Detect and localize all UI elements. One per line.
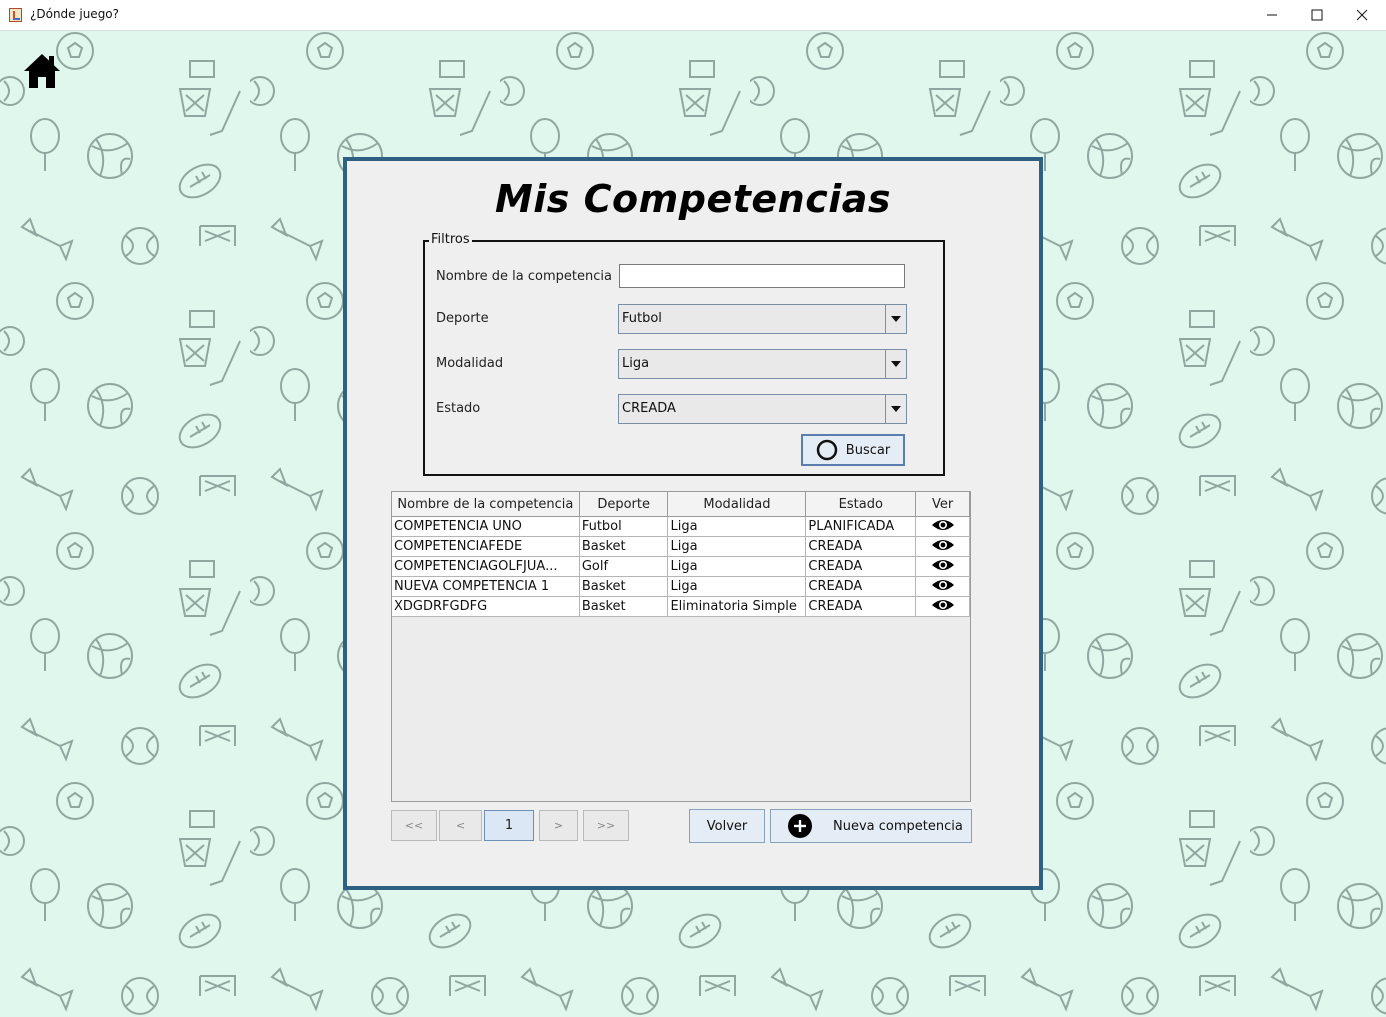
competition-name-label: Nombre de la competencia xyxy=(436,269,612,284)
sport-label: Deporte xyxy=(436,311,489,326)
back-button[interactable]: Volver xyxy=(689,809,765,843)
cell-sport[interactable]: Futbol xyxy=(579,516,669,537)
view-button[interactable] xyxy=(915,596,970,617)
cell-sport[interactable]: Golf xyxy=(579,556,669,577)
column-header-view[interactable]: Ver xyxy=(915,492,970,517)
table-row[interactable]: XDGDRFGDFG Basket Eliminatoria Simple CR… xyxy=(392,596,970,617)
view-button[interactable] xyxy=(915,516,970,537)
last-page-button[interactable]: >> xyxy=(583,810,629,841)
column-header-sport[interactable]: Deporte xyxy=(579,492,669,517)
sport-select-value: Futbol xyxy=(622,311,662,326)
minimize-button[interactable] xyxy=(1249,0,1294,30)
mode-label: Modalidad xyxy=(436,356,504,371)
current-page-button[interactable]: 1 xyxy=(484,810,534,841)
state-select-value: CREADA xyxy=(622,401,676,416)
cell-mode[interactable]: Liga xyxy=(667,536,807,557)
sport-dropdown-arrow[interactable] xyxy=(885,305,906,333)
page-title: Mis Competencias xyxy=(494,177,892,221)
cell-mode[interactable]: Liga xyxy=(667,556,807,577)
home-button[interactable] xyxy=(22,52,62,90)
prev-page-button[interactable]: < xyxy=(439,810,482,841)
competitions-table: Nombre de la competencia Deporte Modalid… xyxy=(391,491,971,802)
new-competition-button[interactable]: Nueva competencia xyxy=(770,809,972,843)
eye-icon xyxy=(931,579,954,590)
filters-group: Filtros Nombre de la competencia Deporte… xyxy=(423,232,945,476)
filters-legend: Filtros xyxy=(429,232,472,247)
table-row[interactable]: COMPETENCIA UNO Futbol Liga PLANIFICADA xyxy=(392,516,970,537)
competitions-grid: Nombre de la competencia Deporte Modalid… xyxy=(392,492,970,617)
state-select[interactable]: CREADA xyxy=(618,394,907,424)
cell-name[interactable]: XDGDRFGDFG xyxy=(392,596,580,617)
cell-state[interactable]: PLANIFICADA xyxy=(805,516,917,537)
close-icon xyxy=(1356,9,1367,21)
cell-sport[interactable]: Basket xyxy=(579,596,669,617)
eye-icon xyxy=(931,519,954,530)
chevron-down-icon xyxy=(891,406,901,412)
table-row[interactable]: COMPETENCIAFEDE Basket Liga CREADA xyxy=(392,536,970,557)
view-button[interactable] xyxy=(915,536,970,557)
table-row[interactable]: COMPETENCIAGOLFJUA... Golf Liga CREADA xyxy=(392,556,970,577)
cell-name[interactable]: COMPETENCIA UNO xyxy=(392,516,580,537)
close-button[interactable] xyxy=(1339,0,1384,30)
window-titlebar: ¿Dónde juego? xyxy=(0,0,1386,31)
cell-name[interactable]: COMPETENCIAGOLFJUA... xyxy=(392,556,580,577)
chevron-down-icon xyxy=(891,316,901,322)
mode-select-value: Liga xyxy=(622,356,650,371)
cell-state[interactable]: CREADA xyxy=(805,556,917,577)
cell-sport[interactable]: Basket xyxy=(579,576,669,597)
search-icon xyxy=(816,439,838,461)
table-header-row: Nombre de la competencia Deporte Modalid… xyxy=(392,492,970,517)
eye-icon xyxy=(931,559,954,570)
eye-icon xyxy=(931,539,954,550)
window-title: ¿Dónde juego? xyxy=(30,7,120,21)
first-page-button[interactable]: << xyxy=(391,810,437,841)
cell-mode[interactable]: Liga xyxy=(667,516,807,537)
cell-state[interactable]: CREADA xyxy=(805,576,917,597)
mode-dropdown-arrow[interactable] xyxy=(885,350,906,378)
competitions-panel: Mis Competencias Filtros Nombre de la co… xyxy=(343,157,1043,890)
column-header-name[interactable]: Nombre de la competencia xyxy=(392,492,580,517)
sport-select[interactable]: Futbol xyxy=(618,304,907,334)
new-competition-label: Nueva competencia xyxy=(833,818,963,834)
cell-name[interactable]: NUEVA COMPETENCIA 1 xyxy=(392,576,580,597)
eye-icon xyxy=(931,599,954,610)
state-label: Estado xyxy=(436,401,481,416)
mode-select[interactable]: Liga xyxy=(618,349,907,379)
cell-state[interactable]: CREADA xyxy=(805,536,917,557)
cell-mode[interactable]: Liga xyxy=(667,576,807,597)
cell-mode[interactable]: Eliminatoria Simple xyxy=(667,596,807,617)
competition-name-input[interactable] xyxy=(619,264,905,288)
chevron-down-icon xyxy=(891,361,901,367)
home-icon xyxy=(24,54,60,88)
column-header-state[interactable]: Estado xyxy=(805,492,917,517)
column-header-mode[interactable]: Modalidad xyxy=(667,492,807,517)
view-button[interactable] xyxy=(915,576,970,597)
cell-sport[interactable]: Basket xyxy=(579,536,669,557)
maximize-button[interactable] xyxy=(1294,0,1339,30)
state-dropdown-arrow[interactable] xyxy=(885,395,906,423)
add-circle-icon xyxy=(788,814,812,838)
view-button[interactable] xyxy=(915,556,970,577)
maximize-icon xyxy=(1311,9,1322,21)
search-button[interactable]: Buscar xyxy=(801,434,905,466)
cell-state[interactable]: CREADA xyxy=(805,596,917,617)
cell-name[interactable]: COMPETENCIAFEDE xyxy=(392,536,580,557)
search-button-label: Buscar xyxy=(845,442,891,458)
table-row[interactable]: NUEVA COMPETENCIA 1 Basket Liga CREADA xyxy=(392,576,970,597)
minimize-icon xyxy=(1266,14,1277,16)
next-page-button[interactable]: > xyxy=(539,810,578,841)
java-app-icon xyxy=(9,8,22,22)
